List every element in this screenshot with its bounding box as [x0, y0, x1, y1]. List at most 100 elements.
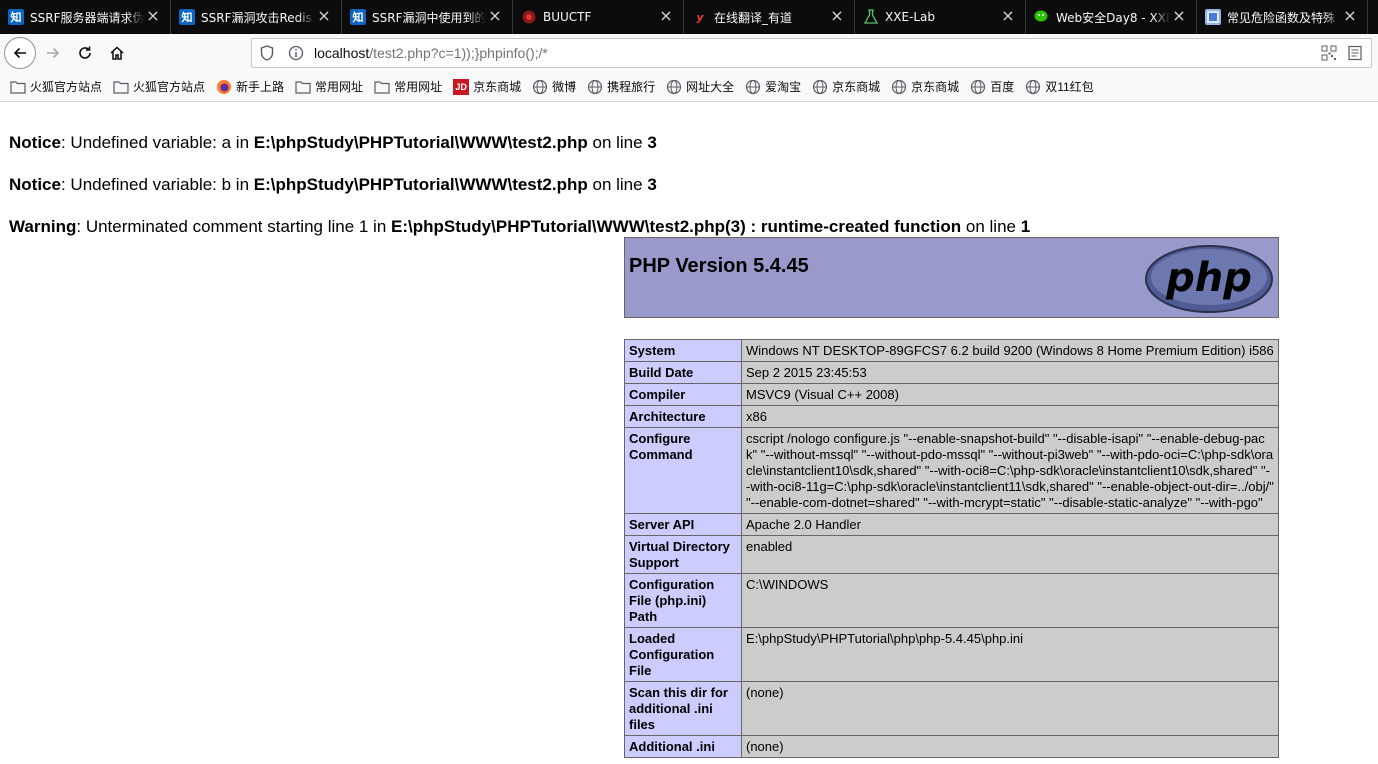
error-file: E:\phpStudy\PHPTutorial\WWW\test2.php — [253, 133, 588, 152]
table-row: Compiler MSVC9 (Visual C++ 2008) — [624, 383, 1279, 406]
close-icon[interactable]: × — [659, 8, 673, 24]
php-logo[interactable]: php — [1144, 244, 1274, 314]
info-value: Windows NT DESKTOP-89GFCS7 6.2 build 920… — [741, 339, 1279, 362]
bookmark-item[interactable]: 火狐官方站点 — [10, 78, 102, 95]
bookmark-item[interactable]: 网址大全 — [666, 78, 734, 95]
reload-icon — [79, 46, 91, 59]
bookmark-item[interactable]: 常用网址 — [295, 78, 363, 95]
bookmark-label: 京东商城 — [473, 80, 522, 94]
table-row: Loaded Configuration File E:\phpStudy\PHP… — [624, 627, 1279, 682]
info-key: Build Date — [624, 361, 742, 384]
bookmark-item[interactable]: 百度 — [970, 78, 1014, 95]
bookmark-label: 爱淘宝 — [765, 80, 802, 94]
zhihu-icon: 知 — [350, 9, 366, 25]
tab-label: BUUCTF — [543, 10, 592, 24]
bookmark-item[interactable]: 双11红包 — [1025, 78, 1094, 95]
info-value: Apache 2.0 Handler — [741, 513, 1279, 536]
bookmark-item[interactable]: 微博 — [532, 78, 576, 95]
info-key: System — [624, 339, 742, 362]
tab[interactable]: XXE-Lab × — [855, 0, 1026, 34]
globe-icon — [666, 79, 682, 95]
qrcode-icon[interactable] — [1321, 45, 1337, 64]
url-text: localhost/test2.php?c=1));}phpinfo();/* — [314, 45, 548, 61]
table-row: Configure Command cscript /nologo configu… — [624, 427, 1279, 514]
bookmark-label: 火狐官方站点 — [30, 80, 103, 94]
tab[interactable]: 知 SSRF漏洞攻击Redis × — [171, 0, 342, 34]
close-icon[interactable]: × — [146, 8, 160, 24]
bookmark-item[interactable]: 火狐官方站点 — [113, 78, 205, 95]
info-icon[interactable] — [288, 45, 304, 61]
tab[interactable]: Web安全Day8 - XXE × — [1026, 0, 1197, 34]
close-icon[interactable]: × — [317, 8, 331, 24]
navigation-bar: localhost/test2.php?c=1));}phpinfo();/* — [0, 34, 1378, 72]
tab[interactable]: 知 SSRF服务器端请求伪造 × — [0, 0, 171, 34]
bookmark-label: 百度 — [990, 80, 1015, 94]
info-value: x86 — [741, 405, 1279, 428]
bookmark-item[interactable]: 京东商城 — [812, 78, 880, 95]
bookmark-label: 常用网址 — [315, 80, 364, 94]
table-row: Additional .ini (none) — [624, 735, 1279, 758]
close-icon[interactable]: × — [1343, 8, 1357, 24]
info-key: Server API — [624, 513, 742, 536]
globe-icon — [891, 79, 907, 95]
error-on-line: on line — [961, 217, 1021, 236]
globe-icon — [532, 79, 548, 95]
phpinfo-table: System Windows NT DESKTOP-89GFCS7 6.2 bui… — [624, 339, 1279, 758]
home-button[interactable] — [101, 37, 133, 69]
php-warning: Warning: Unterminated comment starting l… — [9, 217, 1030, 237]
url-host: localhost — [314, 45, 370, 61]
info-value: MSVC9 (Visual C++ 2008) — [741, 383, 1279, 406]
bookmark-item[interactable]: 爱淘宝 — [745, 78, 801, 95]
info-key: Architecture — [624, 405, 742, 428]
tab[interactable]: 知 SSRF漏洞中使用到的 × — [342, 0, 513, 34]
reader-view-icon[interactable] — [1347, 45, 1363, 64]
bookmark-item[interactable]: 携程旅行 — [587, 78, 655, 95]
tab-label: Web安全Day8 - XXE — [1056, 10, 1170, 25]
table-row: Server API Apache 2.0 Handler — [624, 513, 1279, 536]
table-row: System Windows NT DESKTOP-89GFCS7 6.2 bui… — [624, 339, 1279, 362]
error-level: Notice — [9, 133, 61, 152]
info-key: Configure Command — [624, 427, 742, 514]
url-path: /test2.php?c=1));}phpinfo();/* — [369, 45, 548, 61]
arrow-left-icon — [13, 47, 26, 59]
back-button[interactable] — [4, 37, 36, 69]
tab[interactable]: y 在线翻译_有道 × — [684, 0, 855, 34]
page-content: Notice: Undefined variable: a in E:\phpS… — [0, 102, 1378, 764]
site-icon — [1205, 9, 1221, 25]
close-icon[interactable]: × — [1172, 8, 1186, 24]
bookmark-item[interactable]: 京东商城 — [891, 78, 959, 95]
error-message: : Undefined variable: b in — [60, 175, 254, 194]
phpinfo-header: PHP Version 5.4.45 php — [624, 237, 1279, 318]
bookmark-label: 网址大全 — [686, 80, 735, 94]
firefox-icon — [216, 79, 232, 95]
bookmark-item[interactable]: 新手上路 — [216, 78, 284, 95]
phpinfo-panel: PHP Version 5.4.45 php System Windows NT … — [624, 237, 1279, 758]
table-row: Architecture x86 — [624, 405, 1279, 428]
address-bar[interactable]: localhost/test2.php?c=1));}phpinfo();/* — [251, 38, 1372, 68]
close-icon[interactable]: × — [830, 8, 844, 24]
close-icon[interactable]: × — [1001, 8, 1015, 24]
table-row: Build Date Sep 2 2015 23:45:53 — [624, 361, 1279, 384]
bookmark-item[interactable]: 常用网址 — [374, 78, 442, 95]
info-key: Compiler — [624, 383, 742, 406]
error-file: E:\phpStudy\PHPTutorial\WWW\test2.php(3)… — [391, 217, 962, 236]
shield-icon[interactable] — [260, 45, 276, 61]
flask-icon — [863, 9, 879, 25]
bookmarks-toolbar: 火狐官方站点 火狐官方站点 新手上路 常用网址 常用网址 JD 京东商城 微博 携… — [0, 72, 1378, 102]
tab[interactable]: BUUCTF × — [513, 0, 684, 34]
bookmark-label: 常用网址 — [394, 80, 443, 94]
folder-icon — [10, 79, 26, 95]
info-value: (none) — [741, 735, 1279, 758]
tab-strip: 知 SSRF服务器端请求伪造 × 知 SSRF漏洞攻击Redis × 知 SSR… — [0, 0, 1378, 34]
bookmark-item[interactable]: JD 京东商城 — [453, 78, 521, 95]
tab[interactable]: 常见危险函数及特殊 × — [1197, 0, 1368, 34]
php-notice: Notice: Undefined variable: b in E:\phpS… — [9, 175, 657, 195]
error-line: 1 — [1020, 217, 1031, 236]
close-icon[interactable]: × — [488, 8, 502, 24]
zhihu-icon: 知 — [8, 9, 24, 25]
forward-button[interactable] — [37, 37, 69, 69]
table-row: Scan this dir for additional .ini files(… — [624, 681, 1279, 736]
folder-icon — [374, 79, 390, 95]
reload-button[interactable] — [69, 37, 101, 69]
info-value: enabled — [741, 535, 1279, 574]
